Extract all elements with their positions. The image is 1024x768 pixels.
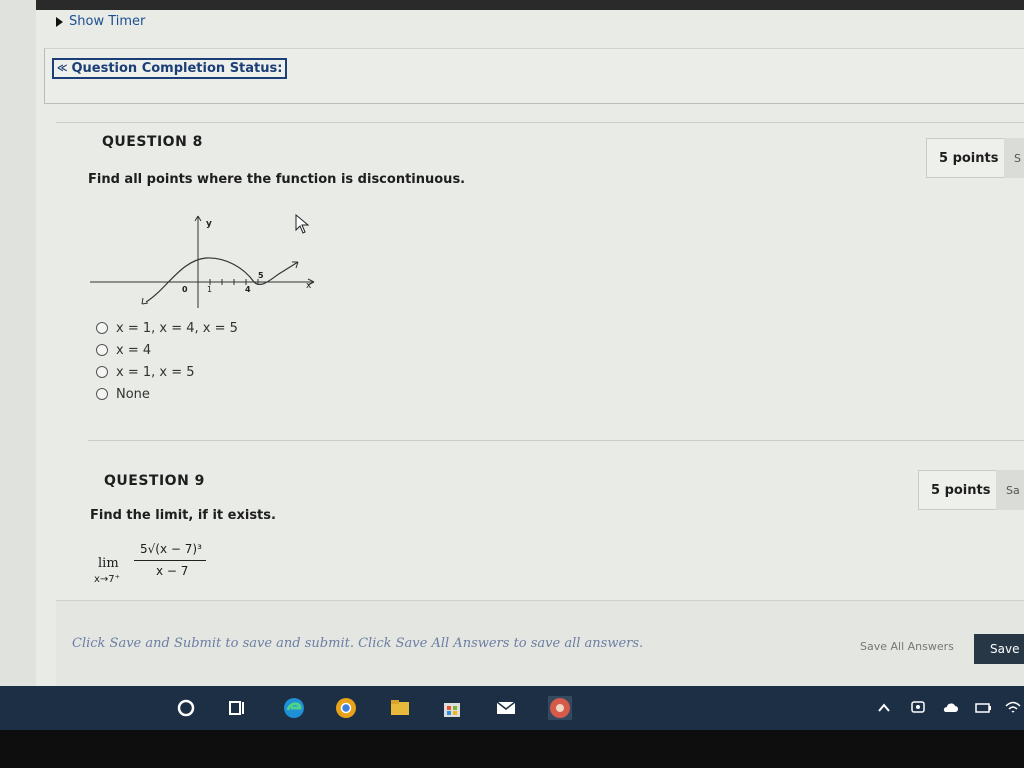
mail-icon[interactable] [494, 696, 518, 720]
question-8-title: QUESTION 8 [102, 134, 203, 150]
app-icon[interactable] [548, 696, 572, 720]
store-icon[interactable] [440, 696, 464, 720]
chrome-icon[interactable] [334, 696, 358, 720]
lim-subscript: x→7⁺ [94, 574, 120, 585]
radio-button[interactable] [96, 322, 108, 334]
caret-right-icon [56, 16, 63, 27]
show-timer-label: Show Timer [69, 14, 146, 29]
window-top-bar [0, 0, 1024, 10]
question-8-prompt: Find all points where the function is di… [88, 172, 466, 187]
save-and-submit-button[interactable]: Save a [974, 634, 1024, 664]
search-icon[interactable] [174, 696, 198, 720]
function-graph: y x 0 1 4 5 [90, 215, 315, 308]
choice-label: x = 1, x = 5 [116, 364, 195, 380]
tick-label-4: 4 [245, 285, 251, 294]
battery-icon[interactable] [974, 696, 992, 720]
lim-label: lim [98, 556, 119, 571]
choice-row[interactable]: x = 4 [96, 340, 151, 360]
completion-status-label: Question Completion Status: [71, 61, 283, 76]
save-all-answers-button[interactable]: Save All Answers [860, 640, 954, 653]
chevron-up-icon[interactable] [876, 696, 892, 720]
cloud-icon[interactable] [942, 696, 960, 720]
left-gutter [0, 0, 36, 686]
question-9-title: QUESTION 9 [104, 473, 205, 489]
choice-row[interactable]: x = 1, x = 4, x = 5 [96, 318, 238, 338]
taskbar [0, 686, 1024, 730]
tick-label-0: 0 [182, 285, 188, 294]
choice-label: x = 4 [116, 342, 152, 358]
double-chevron-down-icon: ≪ [57, 63, 68, 74]
question-9-save-button[interactable]: Sa [996, 470, 1024, 510]
limit-expression: lim x→7⁺ 5√(x − 7)³ x − 7 [90, 540, 220, 600]
choice-label: None [116, 386, 150, 402]
radio-button[interactable] [96, 344, 108, 356]
y-axis-label: y [206, 219, 212, 229]
choice-row[interactable]: None [96, 384, 150, 404]
limit-numerator: 5√(x − 7)³ [140, 542, 202, 556]
question-9-divider [88, 440, 1024, 441]
submit-instructions: Click Save and Submit to save and submit… [72, 636, 644, 651]
choice-label: x = 1, x = 4, x = 5 [116, 320, 238, 336]
tick-label-5: 5 [258, 271, 264, 280]
wifi-icon[interactable] [1004, 696, 1022, 720]
x-axis-label: x [306, 281, 312, 291]
file-explorer-icon[interactable] [388, 696, 412, 720]
browser-viewport: Show Timer ≪ Question Completion Status:… [0, 0, 1024, 686]
tick-label-1: 1 [207, 285, 212, 294]
question-8-save-button[interactable]: S [1004, 138, 1024, 178]
task-view-icon[interactable] [226, 696, 250, 720]
radio-button[interactable] [96, 366, 108, 378]
edge-icon[interactable] [282, 696, 306, 720]
curve-left [145, 257, 255, 303]
monitor-bezel [0, 730, 1024, 768]
mouse-cursor-icon [295, 214, 310, 234]
show-timer-link[interactable]: Show Timer [56, 14, 145, 29]
fraction-bar [134, 560, 206, 561]
question-9-prompt: Find the limit, if it exists. [90, 508, 276, 523]
question-8-divider [56, 122, 1024, 123]
choice-row[interactable]: x = 1, x = 5 [96, 362, 195, 382]
meet-icon[interactable] [910, 696, 926, 720]
limit-denominator: x − 7 [156, 564, 189, 578]
question-completion-status-toggle[interactable]: ≪ Question Completion Status: [52, 58, 288, 79]
radio-button[interactable] [96, 388, 108, 400]
